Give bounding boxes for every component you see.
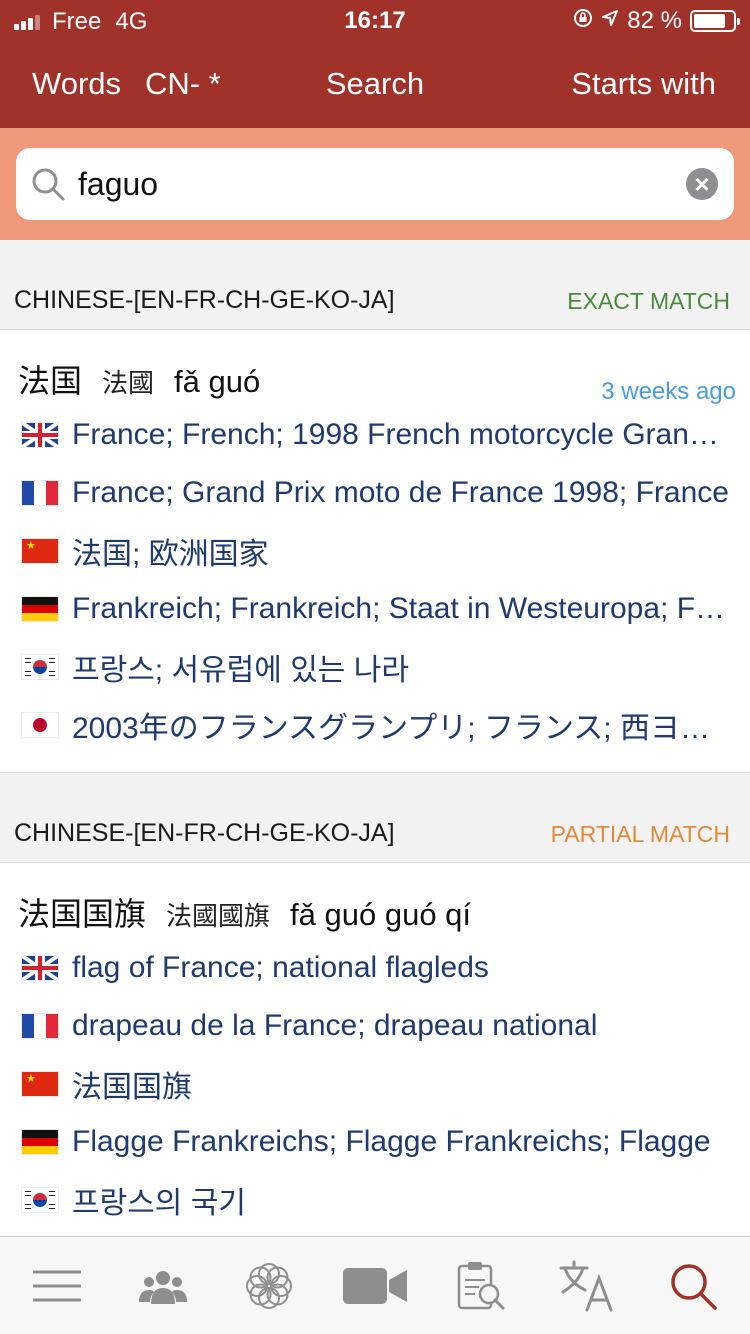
entry-timestamp: 3 weeks ago — [601, 378, 736, 405]
status-right: 82 % — [573, 7, 740, 35]
tab-bar — [0, 1236, 750, 1334]
translation-text: Frankreich; Frankreich; Staat in Westeur… — [72, 592, 732, 625]
search-title: Search — [325, 66, 425, 101]
translation-text: drapeau de la France; drapeau national — [72, 1009, 598, 1042]
translation-text: 프랑스; 서유럽에 있는 나라 — [72, 654, 409, 687]
translation-text: 2003年のフランスグランプリ; フランス; 西ヨーロッパ — [72, 712, 732, 745]
clear-icon[interactable]: × — [686, 168, 718, 200]
translation-text: France; French; 1998 French motorcycle G… — [72, 418, 732, 451]
dictionary-name: CHINESE-[EN-FR-CH-GE-KO-JA] — [14, 819, 395, 847]
results-list[interactable]: CHINESE-[EN-FR-CH-GE-KO-JA] EXACT MATCH … — [0, 240, 750, 1236]
result-entry[interactable]: 法国国旗 法國國旗 fǎ guó guó qí flag of France; … — [0, 863, 750, 1236]
location-icon — [601, 9, 619, 33]
search-box[interactable]: × — [16, 148, 734, 220]
entry-headword: 法国国旗 法國國旗 fǎ guó guó qí — [0, 889, 750, 939]
translation-row: flag of France; national flagleds — [0, 939, 750, 997]
nav-bar: Words CN- * Search Starts with — [0, 40, 750, 128]
match-type-label: EXACT MATCH — [567, 288, 730, 314]
section-header: CHINESE-[EN-FR-CH-GE-KO-JA] PARTIAL MATC… — [0, 773, 750, 863]
menu-icon[interactable] — [12, 1251, 102, 1321]
pinyin: fǎ guó guó qí — [290, 897, 472, 932]
search-tab-icon[interactable] — [648, 1251, 738, 1321]
simplified-word: 法国国旗 — [18, 896, 147, 932]
translation-row: ★ 法国; 欧洲国家 — [0, 522, 750, 580]
battery-icon — [690, 10, 740, 32]
translation-row: ★ 法国国旗 — [0, 1055, 750, 1113]
flower-icon[interactable] — [224, 1251, 314, 1321]
kr-flag-icon — [22, 1188, 58, 1212]
translation-row: 2003年のフランスグランプリ; フランス; 西ヨーロッパ — [0, 696, 750, 754]
translate-icon[interactable] — [542, 1251, 632, 1321]
language-button[interactable]: CN- * — [145, 66, 221, 102]
search-input[interactable] — [78, 160, 678, 208]
result-entry[interactable]: 法国 法國 fǎ guó 3 weeks ago France; French;… — [0, 330, 750, 773]
nav-left: Words CN- * — [32, 66, 245, 102]
traditional-word: 法國國旗 — [166, 901, 271, 931]
translation-text: France; Grand Prix moto de France 1998; … — [72, 476, 729, 509]
translation-text: 法国国旗 — [72, 1071, 192, 1104]
search-area: × — [0, 128, 750, 240]
battery-level — [694, 14, 726, 28]
cn-flag-icon: ★ — [22, 1072, 58, 1096]
status-bar: Free 4G 16:17 82 % — [0, 0, 750, 40]
jp-flag-icon — [22, 713, 58, 737]
de-flag-icon — [22, 597, 58, 621]
match-mode-button[interactable]: Starts with — [571, 66, 716, 102]
match-type-label: PARTIAL MATCH — [550, 821, 730, 847]
translation-row: 프랑스의 국기 — [0, 1171, 750, 1229]
translation-row: France; French; 1998 French motorcycle G… — [0, 406, 750, 464]
battery-percent: 82 % — [627, 7, 682, 34]
dictionary-name: CHINESE-[EN-FR-CH-GE-KO-JA] — [14, 286, 395, 314]
translation-row: Frankreich; Frankreich; Staat in Westeur… — [0, 580, 750, 638]
rotation-lock-icon — [573, 8, 593, 34]
words-button[interactable]: Words — [32, 66, 121, 102]
translation-row: drapeau de la France; drapeau national — [0, 997, 750, 1055]
translation-row: France; Grand Prix moto de France 1998; … — [0, 464, 750, 522]
translation-row: Flagge Frankreichs; Flagge Frankreichs; … — [0, 1113, 750, 1171]
pinyin: fǎ guó — [174, 364, 261, 399]
gb-flag-icon — [22, 423, 58, 447]
community-icon[interactable] — [118, 1251, 208, 1321]
translation-text: 프랑스의 국기 — [72, 1187, 246, 1220]
translation-text: flag of France; national flagleds — [72, 951, 489, 984]
fr-flag-icon — [22, 1014, 58, 1038]
translation-text: Flagge Frankreichs; Flagge Frankreichs; … — [72, 1125, 711, 1158]
clipboard-search-icon[interactable] — [436, 1251, 526, 1321]
gb-flag-icon — [22, 956, 58, 980]
de-flag-icon — [22, 1130, 58, 1154]
traditional-word: 法國 — [102, 368, 155, 398]
fr-flag-icon — [22, 481, 58, 505]
kr-flag-icon — [22, 655, 58, 679]
video-icon[interactable] — [330, 1251, 420, 1321]
simplified-word: 法国 — [18, 363, 83, 399]
section-header: CHINESE-[EN-FR-CH-GE-KO-JA] EXACT MATCH — [0, 240, 750, 330]
translation-text: 法国; 欧洲国家 — [72, 538, 269, 571]
cn-flag-icon: ★ — [22, 539, 58, 563]
translation-row: 프랑스; 서유럽에 있는 나라 — [0, 638, 750, 696]
search-icon — [30, 166, 66, 202]
